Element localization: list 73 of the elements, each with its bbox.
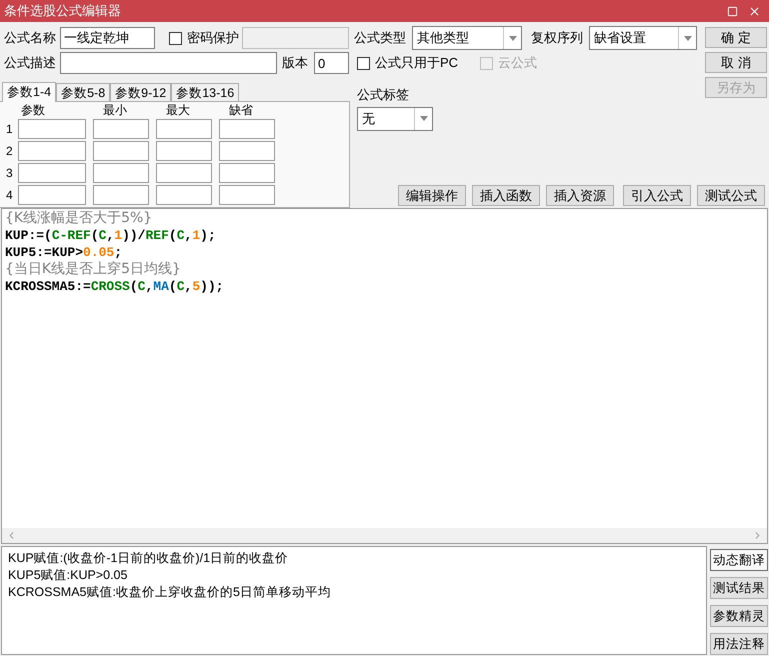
dropdown-arrow-icon — [420, 116, 428, 121]
formula-type-select[interactable]: 其他类型 — [412, 26, 522, 50]
default-field[interactable] — [219, 184, 275, 204]
field-label: 版本 — [282, 54, 309, 72]
action-button[interactable]: 引入公式 — [623, 185, 691, 206]
column-header: 参数 — [21, 103, 46, 117]
field-label: 复权序列 — [531, 29, 584, 48]
default-field[interactable] — [219, 118, 275, 138]
field-label: 公式描述 — [4, 54, 57, 72]
param-tab[interactable]: 参数9-12 — [110, 83, 172, 101]
horizontal-scrollbar[interactable] — [2, 528, 767, 543]
panel-tab-button[interactable]: 参数精灵 — [710, 605, 768, 627]
row-number: 3 — [6, 164, 14, 182]
min-field[interactable] — [93, 140, 149, 160]
action-button[interactable]: 插入函数 — [472, 185, 540, 206]
version-field[interactable]: 0 — [314, 52, 349, 74]
code-comment: {K线涨幅是否大于5%} — [5, 210, 152, 227]
name-field[interactable]: 一线定乾坤 — [60, 27, 155, 49]
dropdown-arrow-icon — [508, 36, 516, 40]
code-line: KUP5:=KUP>0.05; — [5, 244, 122, 261]
panel-tab-button[interactable]: 用法注释 — [710, 633, 768, 655]
row-number: 2 — [6, 142, 14, 160]
param-field[interactable] — [18, 118, 86, 138]
code-line: KCROSSMA5:=CROSS(C,MA(C,5)); — [5, 278, 224, 295]
description-field[interactable] — [60, 52, 277, 74]
field-label: 公式名称 — [4, 29, 57, 48]
checkbox-label: 公式只用于PC — [375, 54, 458, 72]
action-button[interactable]: 编辑操作 — [398, 185, 466, 206]
code-line: KUP:=(C-REF(C,1))/REF(C,1); — [5, 227, 216, 244]
min-field[interactable] — [93, 118, 149, 138]
dialog-button[interactable]: 确 定 — [705, 27, 767, 48]
row-number: 1 — [6, 120, 14, 138]
column-header: 缺省 — [229, 103, 254, 117]
param-tab[interactable]: 参数5-8 — [56, 83, 110, 101]
min-field[interactable] — [93, 162, 149, 182]
code-comment: {当日K线是否上穿5日均线} — [5, 261, 181, 278]
checkbox[interactable] — [357, 56, 370, 70]
tag-select[interactable]: 无 — [357, 106, 433, 130]
max-field[interactable] — [156, 184, 212, 204]
param-tab[interactable]: 参数13-16 — [171, 83, 240, 101]
translation-line: KUP赋值:(收盘价-1日前的收盘价)/1日前的收盘价 — [8, 550, 288, 567]
rights-order-select[interactable]: 缺省设置 — [589, 26, 697, 50]
max-field[interactable] — [156, 162, 212, 182]
checkbox-label: 密码保护 — [187, 29, 239, 48]
field-label: 公式类型 — [354, 29, 407, 48]
code-editor[interactable]: {K线涨幅是否大于5%} KUP:=(C-REF(C,1))/REF(C,1); KUP5:=KUP>0.05; {当日K线是否上穿5日均线} KCROSSMA5:=CROSS(C,MA(C,5)); — [1, 208, 768, 544]
param-field[interactable] — [18, 140, 86, 160]
window-title: 条件选股公式编辑器 — [4, 2, 122, 20]
column-header: 最大 — [166, 103, 191, 117]
action-button[interactable]: 测试公式 — [697, 185, 765, 206]
max-field[interactable] — [156, 140, 212, 160]
default-field[interactable] — [219, 162, 275, 182]
max-field[interactable] — [156, 118, 212, 138]
field-label: 公式标签 — [356, 86, 410, 104]
password-field[interactable] — [242, 27, 349, 49]
close-icon[interactable] — [748, 4, 761, 18]
checkbox[interactable] — [169, 32, 182, 44]
checkbox-label: 云公式 — [498, 54, 538, 72]
panel-tab-button[interactable]: 测试结果 — [710, 577, 768, 599]
translation-line: KUP5赋值:KUP>0.05 — [8, 567, 128, 584]
dropdown-arrow-icon — [684, 36, 692, 40]
row-number: 4 — [6, 186, 14, 204]
column-header: 最小 — [103, 103, 128, 117]
action-button[interactable]: 插入资源 — [546, 185, 614, 206]
default-field[interactable] — [219, 140, 275, 160]
param-field[interactable] — [18, 184, 86, 204]
maximize-icon[interactable] — [727, 6, 738, 16]
param-field[interactable] — [18, 162, 86, 182]
param-tab[interactable]: 参数1-4 — [2, 82, 56, 102]
dialog-button[interactable]: 取 消 — [705, 52, 767, 73]
translation-line: KCROSSMA5赋值:收盘价上穿收盘价的5日简单移动平均 — [8, 584, 331, 601]
panel-tab-button[interactable]: 动态翻译 — [710, 549, 768, 571]
min-field[interactable] — [93, 184, 149, 204]
